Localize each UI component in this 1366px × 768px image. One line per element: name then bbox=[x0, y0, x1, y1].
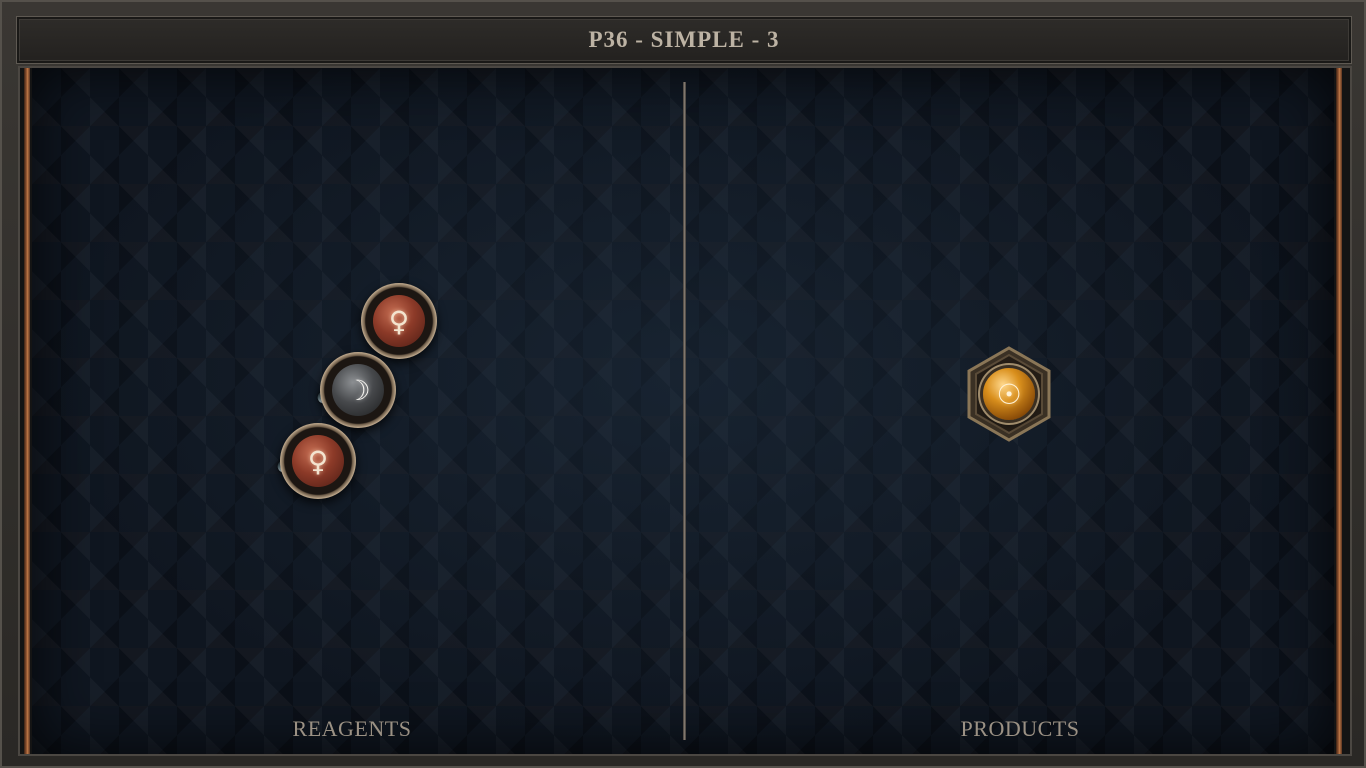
products-label: PRODUCTS bbox=[960, 716, 1080, 741]
reagent-atom-silver[interactable]: ☽ bbox=[320, 352, 396, 428]
panel-divider bbox=[683, 82, 686, 740]
reagent-atom-copper-bottom[interactable]: ♀ bbox=[280, 423, 356, 499]
left-copper-rail bbox=[24, 68, 30, 754]
copper-symbol: ♀ bbox=[292, 435, 344, 487]
product-slot[interactable]: ☉ bbox=[967, 346, 1051, 442]
game-window: P36 - SIMPLE - 3 ♀ ☽ ♀ REAGENTS ☉ PRODUC… bbox=[0, 0, 1366, 768]
reagent-atom-copper-top[interactable]: ♀ bbox=[361, 283, 437, 359]
reagents-label: REAGENTS bbox=[292, 716, 412, 741]
puzzle-title: P36 - SIMPLE - 3 bbox=[588, 27, 780, 52]
molecule-board: ♀ ☽ ♀ REAGENTS ☉ PRODUCTS bbox=[32, 68, 1334, 754]
copper-symbol: ♀ bbox=[373, 295, 425, 347]
silver-symbol: ☽ bbox=[332, 364, 384, 416]
product-atom-gold[interactable]: ☉ bbox=[983, 368, 1035, 420]
right-copper-rail bbox=[1336, 68, 1342, 754]
title-bar: P36 - SIMPLE - 3 bbox=[16, 16, 1352, 64]
